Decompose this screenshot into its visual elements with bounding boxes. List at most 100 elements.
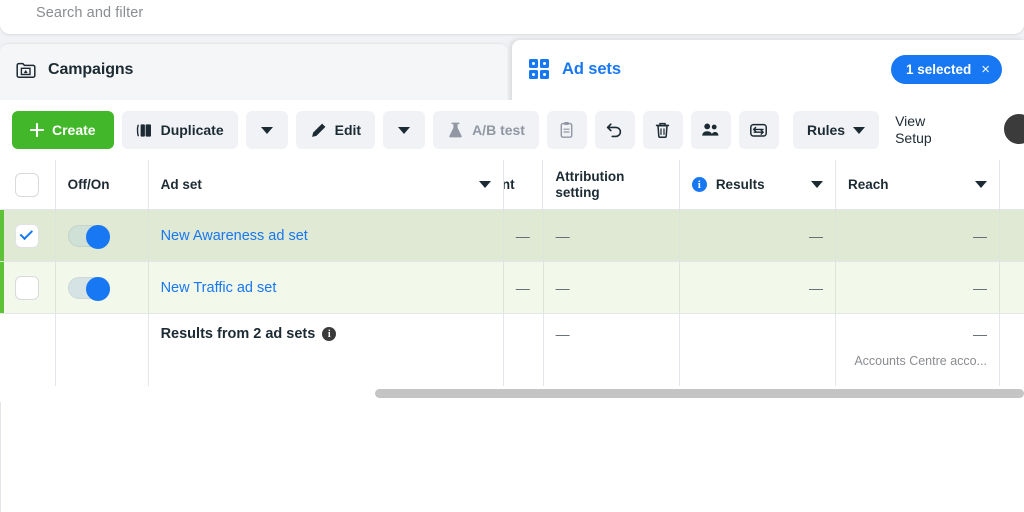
row-checkbox-checked[interactable] xyxy=(15,223,40,248)
budget-value: — xyxy=(515,227,530,244)
search-and-filter-bar[interactable]: Search and filter xyxy=(0,0,1024,34)
page-root: Search and filter Campaigns Ad sets 1 se… xyxy=(0,0,1024,512)
row-toggle-cell[interactable] xyxy=(56,262,149,313)
row-reach-cell: — xyxy=(836,262,1001,313)
row-checkbox-unchecked[interactable] xyxy=(15,275,40,300)
undo-button[interactable] xyxy=(594,111,635,149)
summary-row: Results from 2 ad sets i — — Accounts Ce… xyxy=(0,314,1024,390)
people-icon xyxy=(701,122,720,139)
check-icon xyxy=(19,226,34,241)
table-row[interactable]: New Awareness ad set — — — — xyxy=(0,210,1024,262)
chevron-down-icon[interactable] xyxy=(974,181,987,188)
summary-reach-note: Accounts Centre acco... xyxy=(854,354,988,368)
adset-name-link[interactable]: New Traffic ad set xyxy=(161,280,277,296)
campaigns-panel[interactable]: Campaigns xyxy=(0,44,508,106)
clipboard-icon xyxy=(558,121,575,139)
toggle-knob xyxy=(85,276,110,301)
column-header-offon-label: Off/On xyxy=(67,177,110,192)
trash-icon xyxy=(654,121,671,139)
pencil-icon xyxy=(310,122,327,139)
summary-checkbox-cell xyxy=(0,314,56,389)
summary-attribution-cell: — xyxy=(544,314,680,389)
ab-test-button[interactable]: A/B test xyxy=(433,111,539,149)
offon-toggle[interactable] xyxy=(67,276,110,301)
select-all-checkbox-cell[interactable] xyxy=(0,160,56,209)
horizontal-scrollbar-thumb[interactable] xyxy=(375,389,1024,398)
column-header-attribution-label: Attribution setting xyxy=(555,169,625,200)
summary-budget-cell xyxy=(504,314,544,389)
delete-button[interactable] xyxy=(642,111,683,149)
summary-overflow-cell xyxy=(1000,314,1024,389)
table-row[interactable]: New Traffic ad set — — — — xyxy=(0,262,1024,314)
column-header-adset[interactable]: Ad set xyxy=(149,160,504,209)
row-budget-cell: — xyxy=(504,210,544,261)
create-button-label: Create xyxy=(52,122,96,138)
info-icon[interactable]: i xyxy=(691,177,707,192)
arrows-exchange-icon xyxy=(749,121,768,139)
column-header-offon[interactable]: Off/On xyxy=(56,160,149,209)
table-header-row: Off/On Ad set nt Attribution setting i R… xyxy=(0,160,1024,210)
row-adset-name-cell[interactable]: New Awareness ad set xyxy=(149,210,504,261)
toggle-knob xyxy=(85,224,110,249)
results-value: — xyxy=(809,227,824,244)
chevron-down-icon xyxy=(853,126,866,134)
row-toggle-cell[interactable] xyxy=(56,210,149,261)
chevron-down-icon[interactable] xyxy=(478,181,491,188)
budget-value: — xyxy=(515,279,530,296)
selection-count-label: 1 selected xyxy=(905,62,972,77)
ab-test-button-label: A/B test xyxy=(472,122,525,138)
duplicate-dropdown-button[interactable] xyxy=(245,111,288,149)
select-all-checkbox[interactable] xyxy=(15,172,40,197)
reach-value: — xyxy=(973,279,988,296)
rules-button[interactable]: Rules xyxy=(792,111,880,149)
campaign-folder-icon xyxy=(16,61,36,79)
action-toolbar: Create Duplicate Edit A/B test Rules Vie… xyxy=(0,100,1024,160)
column-header-results[interactable]: i Results xyxy=(680,160,836,209)
row-overflow-cell xyxy=(1000,210,1024,261)
row-results-cell: — xyxy=(680,262,837,313)
adset-name-link[interactable]: New Awareness ad set xyxy=(161,228,308,244)
edit-button-label: Edit xyxy=(334,122,362,138)
offon-toggle[interactable] xyxy=(67,224,110,249)
create-button[interactable]: Create xyxy=(12,111,114,149)
edit-dropdown-button[interactable] xyxy=(383,111,426,149)
clipboard-button[interactable] xyxy=(546,111,587,149)
row-checkbox-cell[interactable] xyxy=(0,262,56,313)
column-header-budget-truncated[interactable]: nt xyxy=(504,160,544,209)
chevron-down-icon[interactable] xyxy=(810,181,823,188)
column-header-reach[interactable]: Reach xyxy=(836,160,1000,209)
row-budget-cell: — xyxy=(504,262,544,313)
column-header-attribution[interactable]: Attribution setting xyxy=(543,160,680,209)
copy-icon xyxy=(136,122,153,139)
adsets-table: Off/On Ad set nt Attribution setting i R… xyxy=(0,160,1024,390)
row-attribution-cell: — xyxy=(544,210,680,261)
summary-onoff-cell xyxy=(56,314,149,389)
row-overflow-cell xyxy=(1000,262,1024,313)
summary-reach-cell: — Accounts Centre acco... xyxy=(836,314,1001,389)
audience-button[interactable] xyxy=(690,111,731,149)
close-icon[interactable]: × xyxy=(981,62,990,77)
row-results-cell: — xyxy=(680,210,837,261)
selection-badge[interactable]: 1 selected × xyxy=(890,55,1002,84)
view-setup-button[interactable]: View Setup xyxy=(895,113,955,148)
row-checkbox-cell[interactable] xyxy=(0,210,56,261)
column-header-results-label: Results xyxy=(715,177,765,192)
chevron-down-icon xyxy=(398,126,411,134)
plus-icon xyxy=(30,123,44,137)
summary-label-cell: Results from 2 ad sets i xyxy=(149,314,504,389)
summary-results-cell xyxy=(680,314,837,389)
info-icon[interactable]: i xyxy=(322,327,337,341)
search-input-placeholder[interactable]: Search and filter xyxy=(36,5,143,21)
campaigns-header: Campaigns xyxy=(0,44,508,96)
duplicate-button[interactable]: Duplicate xyxy=(121,111,238,149)
summary-label: Results from 2 ad sets i xyxy=(161,326,337,342)
row-adset-name-cell[interactable]: New Traffic ad set xyxy=(149,262,504,313)
export-button[interactable] xyxy=(738,111,779,149)
table-footer-area xyxy=(0,395,1024,512)
chevron-down-icon xyxy=(260,126,273,134)
rules-button-label: Rules xyxy=(806,122,846,138)
column-header-adset-label: Ad set xyxy=(160,177,202,192)
column-header-budget-label: nt xyxy=(504,177,515,192)
grid-squares-icon xyxy=(528,58,550,80)
edit-button[interactable]: Edit xyxy=(295,111,376,149)
